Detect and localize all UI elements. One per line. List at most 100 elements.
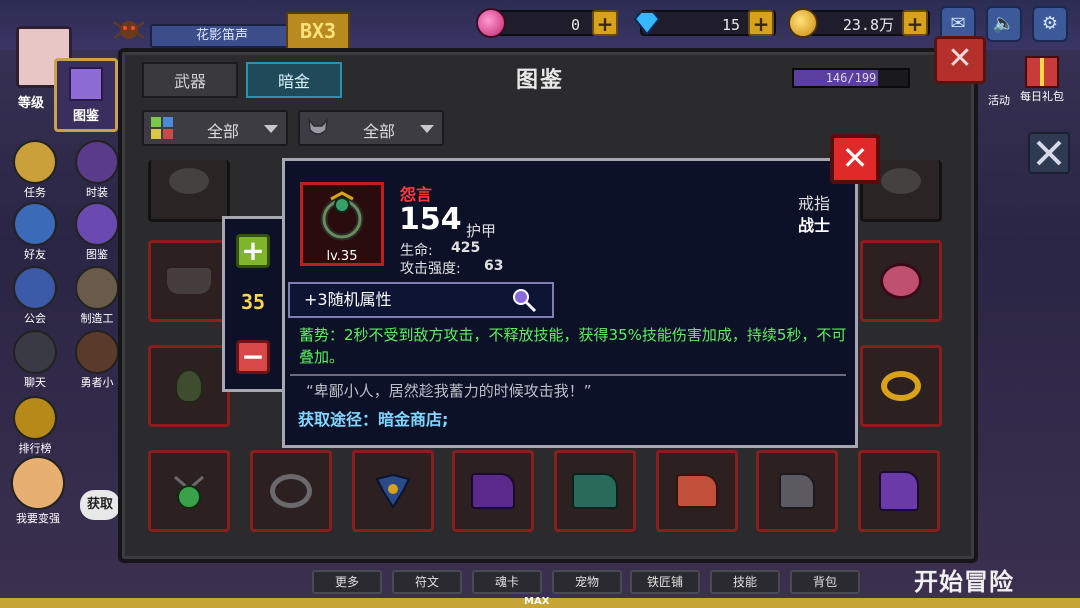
gift-box-icon: [1025, 56, 1059, 88]
sidebar-item-label: 我要变强: [16, 512, 60, 525]
sidebar-item-label: 任务: [24, 186, 46, 199]
grey-boots-icon: [779, 473, 815, 509]
item-slot[interactable]: [656, 450, 738, 532]
collection-progress: 146/199: [792, 68, 910, 88]
spider-icon: [112, 14, 146, 44]
gear-icon: ⚙: [1041, 13, 1059, 34]
sidebar-item-craft[interactable]: 制造工: [70, 266, 124, 326]
spiked-boots-icon: [572, 473, 618, 509]
item-effect-text: 蓄势：2秒不受到敌方攻击，不释放技能，获得35%技能伤害加成，持续5秒，不可叠加…: [299, 326, 847, 366]
red-boots-icon: [676, 474, 718, 508]
sidebar-item-chat[interactable]: 聊天: [8, 330, 62, 390]
sidebar-item-label: 图鉴: [86, 248, 108, 261]
diamond-plus-button[interactable]: +: [748, 10, 774, 36]
item-slot[interactable]: [756, 450, 838, 532]
item-slot[interactable]: [148, 345, 230, 427]
panel-close-button[interactable]: ✕: [934, 36, 986, 84]
sidebar-item-guild[interactable]: 公会: [8, 266, 62, 326]
experience-max-label: MAX: [524, 596, 550, 607]
bottom-bag-button[interactable]: 背包: [790, 570, 860, 594]
category-filter-label: 全部: [206, 122, 239, 141]
stat-hp-value: 425: [451, 240, 481, 256]
mail-icon: ✉: [950, 13, 966, 34]
player-name: 花影笛声: [150, 24, 294, 48]
codex-icon: [69, 67, 103, 101]
chat-bubble-icon: [13, 330, 57, 374]
bottom-pet-button[interactable]: 宠物: [552, 570, 622, 594]
codex-menu-button[interactable]: 图鉴: [54, 58, 118, 132]
handshake-icon: [13, 202, 57, 246]
sidebar-item-hero-house[interactable]: 勇者小: [70, 330, 124, 390]
stepper-minus-button[interactable]: −: [236, 340, 270, 374]
item-level: lv.35: [326, 249, 358, 264]
bottom-skill-button[interactable]: 技能: [710, 570, 780, 594]
grid-category-icon: [150, 116, 174, 140]
item-slot[interactable]: [860, 345, 942, 427]
sidebar-item-codex[interactable]: 图鉴: [70, 202, 124, 262]
item-slot[interactable]: [148, 450, 230, 532]
sword-shortcut-button[interactable]: [1028, 132, 1070, 174]
tab-weapon[interactable]: 武器: [142, 62, 238, 98]
horned-helmet-icon: [306, 116, 330, 140]
stat-attack-label: 攻击强度:: [400, 261, 461, 277]
sidebar-item-label: 好友: [24, 248, 46, 261]
anvil-icon: [75, 266, 119, 310]
stat-hp-label: 生命:: [400, 243, 433, 259]
sidebar-item-ranking[interactable]: 排行榜: [8, 396, 62, 456]
item-slot[interactable]: [554, 450, 636, 532]
sidebar-item-friends[interactable]: 好友: [8, 202, 62, 262]
sound-button[interactable]: 🔈: [986, 6, 1022, 42]
daily-gift-button[interactable]: 每日礼包: [1012, 56, 1072, 104]
item-type: 戒指: [797, 194, 830, 213]
class-filter[interactable]: 全部: [298, 110, 444, 146]
random-attribute-box[interactable]: +3随机属性: [288, 282, 554, 318]
ring-item-icon: [320, 191, 364, 241]
gem-count: 0: [570, 16, 580, 34]
sidebar-item-get-stronger[interactable]: 我要变强: [8, 456, 68, 526]
get-bubble[interactable]: 获取: [80, 490, 120, 520]
item-slot[interactable]: [148, 160, 230, 222]
magnifier-icon: [513, 289, 537, 313]
bottom-blacksmith-button[interactable]: 铁匠铺: [630, 570, 700, 594]
fanged-maw-icon: [880, 263, 922, 299]
item-source-text: 获取途径：暗金商店;: [298, 410, 449, 429]
start-adventure-button[interactable]: 开始冒险: [914, 562, 1014, 597]
gold-plus-button[interactable]: +: [902, 10, 928, 36]
mask-icon: [881, 168, 921, 195]
item-flavor-quote: “卑鄙小人，居然趁我蓄力的时候攻击我！”: [306, 382, 592, 400]
tab-dark-gold[interactable]: 暗金: [246, 62, 342, 98]
panel-title: 图鉴: [515, 68, 564, 93]
bottom-more-button[interactable]: 更多: [312, 570, 382, 594]
random-attribute-label: +3随机属性: [304, 290, 392, 309]
stat-attack-value: 63: [484, 258, 504, 274]
settings-button[interactable]: ⚙: [1032, 6, 1068, 42]
gold-ring-icon: [881, 371, 921, 401]
sidebar-item-quest[interactable]: 任务: [8, 140, 62, 200]
item-slot[interactable]: [250, 450, 332, 532]
stepper-plus-button[interactable]: +: [236, 234, 270, 268]
gem-plus-button[interactable]: +: [592, 10, 618, 36]
tooltip-divider: [290, 374, 846, 376]
house-icon: [75, 330, 119, 374]
bottom-rune-button[interactable]: 符文: [392, 570, 462, 594]
blue-crest-amulet-icon: [373, 471, 413, 511]
level-badge: BX3: [286, 12, 350, 50]
get-bubble-label: 获取: [86, 497, 113, 512]
daily-gift-label: 每日礼包: [1020, 90, 1064, 103]
bottom-soulcard-button[interactable]: 魂卡: [472, 570, 542, 594]
category-filter[interactable]: 全部: [142, 110, 288, 146]
item-slot[interactable]: [352, 450, 434, 532]
item-slot[interactable]: [452, 450, 534, 532]
stepper-value: 35: [240, 290, 266, 314]
item-main-stat: 护甲: [466, 222, 497, 240]
level-label: 等级: [18, 96, 45, 111]
close-icon: ✕: [947, 41, 973, 76]
item-slot[interactable]: [860, 240, 942, 322]
skull-mask-icon: [169, 168, 209, 195]
sidebar-item-fashion[interactable]: 时装: [70, 140, 124, 200]
book-icon: [75, 202, 119, 246]
item-slot[interactable]: [148, 240, 230, 322]
tooltip-close-button[interactable]: ✕: [830, 134, 880, 184]
item-slot[interactable]: [858, 450, 940, 532]
sidebar-item-label: 聊天: [24, 376, 46, 389]
